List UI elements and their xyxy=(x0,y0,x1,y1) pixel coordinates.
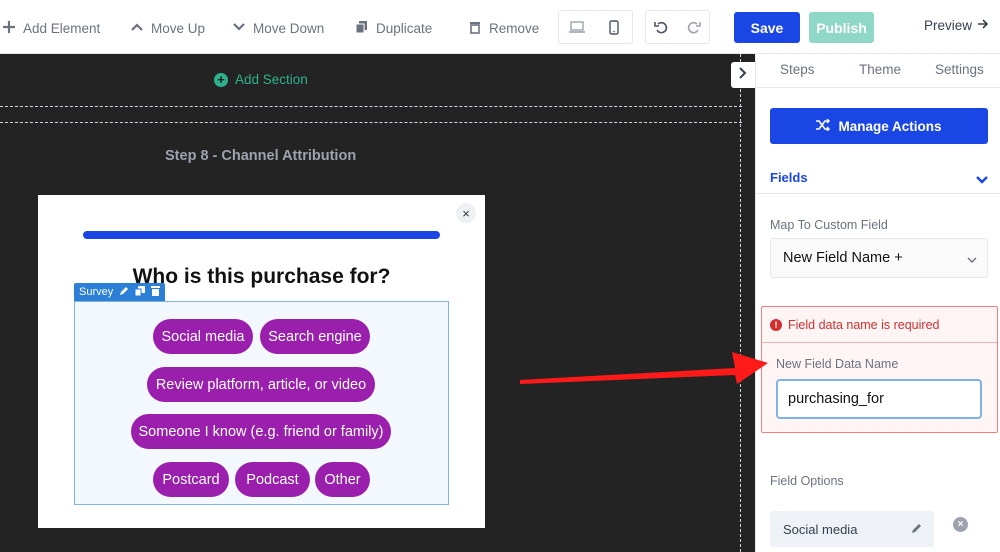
save-button[interactable]: Save xyxy=(734,12,800,43)
remove-button[interactable]: Remove xyxy=(468,18,539,38)
close-button[interactable]: × xyxy=(456,203,476,223)
tab-settings[interactable]: Settings xyxy=(935,62,984,77)
option-pill[interactable]: Someone I know (e.g. friend or family) xyxy=(131,414,391,449)
option-pill[interactable]: Other xyxy=(315,462,370,497)
chevron-up-icon xyxy=(130,20,144,37)
option-pill[interactable]: Postcard xyxy=(153,462,229,497)
plus-circle-icon: + xyxy=(214,72,228,87)
field-option-label: Social media xyxy=(783,521,858,537)
new-field-data-name-label: New Field Data Name xyxy=(776,357,899,371)
field-option-item[interactable]: Social media xyxy=(770,511,934,547)
manage-actions-label: Manage Actions xyxy=(838,118,942,134)
duplicate-button[interactable]: Duplicate xyxy=(355,18,432,38)
survey-modal: × Who is this purchase for? Survey Socia… xyxy=(38,195,485,528)
duplicate-icon xyxy=(355,20,369,37)
tab-theme[interactable]: Theme xyxy=(859,62,901,77)
move-up-button[interactable]: Move Up xyxy=(130,18,205,38)
collapse-sidebar-button[interactable] xyxy=(731,62,755,88)
move-down-label: Move Down xyxy=(253,20,325,36)
desktop-icon[interactable] xyxy=(559,11,596,43)
option-pill[interactable]: Social media xyxy=(153,319,253,354)
add-section-button[interactable]: + Add Section xyxy=(214,72,308,87)
map-custom-field-select[interactable]: New Field Name + xyxy=(770,238,988,278)
fields-accordion[interactable]: Fields xyxy=(756,158,1000,194)
chevron-right-icon xyxy=(738,66,748,84)
trash-icon xyxy=(468,20,482,37)
chevron-down-icon xyxy=(976,172,988,190)
pencil-icon[interactable] xyxy=(119,286,129,299)
map-custom-field-label: Map To Custom Field xyxy=(770,218,888,232)
section-border xyxy=(0,122,742,123)
publish-button[interactable]: Publish xyxy=(809,12,874,43)
survey-element-tag[interactable]: Survey xyxy=(74,283,166,301)
survey-tag-label: Survey xyxy=(79,286,114,298)
chevron-down-icon xyxy=(967,252,977,268)
move-down-button[interactable]: Move Down xyxy=(232,18,324,38)
map-select-value: New Field Name + xyxy=(783,250,903,266)
settings-sidebar: Steps Theme Settings Manage Actions Fiel… xyxy=(755,54,1000,552)
fields-label: Fields xyxy=(770,170,808,185)
tab-steps[interactable]: Steps xyxy=(780,62,815,77)
field-error-panel: ! Field data name is required New Field … xyxy=(761,306,998,433)
section-border-right xyxy=(740,54,741,552)
sidebar-tabs: Steps Theme Settings xyxy=(756,54,1000,88)
pencil-icon[interactable] xyxy=(911,522,922,537)
remove-option-icon[interactable]: × xyxy=(953,517,968,532)
option-pill[interactable]: Podcast xyxy=(235,462,310,497)
progress-bar xyxy=(83,231,440,239)
copy-icon[interactable] xyxy=(134,285,146,299)
undo-icon[interactable] xyxy=(646,11,678,43)
survey-options-box: Social media Search engine Review platfo… xyxy=(74,301,449,505)
manage-actions-button[interactable]: Manage Actions xyxy=(770,108,988,144)
add-element-button[interactable]: Add Element xyxy=(2,18,100,38)
section-divider xyxy=(0,106,742,107)
add-section-label: Add Section xyxy=(235,72,308,87)
preview-button[interactable]: Preview xyxy=(924,18,989,33)
option-pill[interactable]: Search engine xyxy=(260,319,370,354)
alert-icon: ! xyxy=(770,318,782,331)
new-field-data-name-input[interactable] xyxy=(776,379,982,419)
redo-icon[interactable] xyxy=(678,11,710,43)
history-group xyxy=(645,10,710,44)
shuffle-icon xyxy=(816,118,831,134)
step-title: Step 8 - Channel Attribution xyxy=(165,148,357,164)
preview-label: Preview xyxy=(924,18,973,33)
arrow-right-icon xyxy=(977,18,989,33)
device-toggle xyxy=(558,10,633,44)
field-options-label: Field Options xyxy=(770,474,844,488)
duplicate-label: Duplicate xyxy=(376,20,433,36)
chevron-down-icon xyxy=(232,20,246,37)
move-up-label: Move Up xyxy=(151,20,206,36)
trash-icon[interactable] xyxy=(151,285,161,299)
error-text: Field data name is required xyxy=(788,317,940,332)
error-message: ! Field data name is required xyxy=(762,307,997,343)
plus-icon xyxy=(2,20,16,37)
toolbar: Add Element Move Up Move Down Duplicate … xyxy=(0,0,1000,54)
remove-label: Remove xyxy=(489,20,540,36)
add-element-label: Add Element xyxy=(23,20,101,36)
option-pill[interactable]: Review platform, article, or video xyxy=(147,367,375,402)
mobile-icon[interactable] xyxy=(596,11,633,43)
